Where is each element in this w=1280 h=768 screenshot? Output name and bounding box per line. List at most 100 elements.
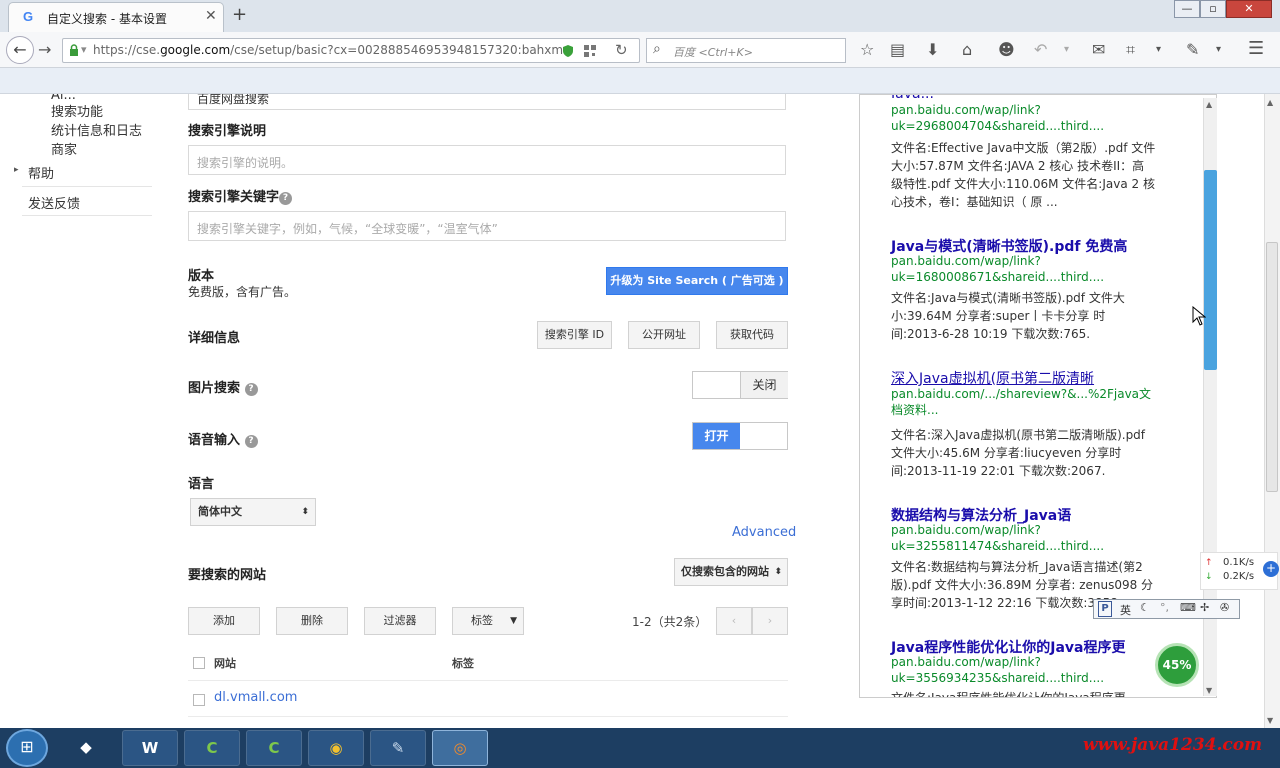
help-question-icon[interactable]: ? <box>244 383 258 396</box>
lock-icon <box>70 44 78 56</box>
column-header-site: 网站 <box>214 657 236 670</box>
minimize-window-button[interactable]: — <box>1174 0 1200 18</box>
voice-input-toggle[interactable]: 打开 <box>692 422 788 450</box>
engine-name-field[interactable]: 百度网盘搜索 <box>188 94 786 110</box>
public-url-button[interactable]: 公开网址 <box>628 321 700 349</box>
camtasia-app-icon[interactable]: C <box>184 730 240 766</box>
help-question-icon[interactable]: ? <box>279 192 293 205</box>
table-divider <box>188 680 788 681</box>
help-question-icon[interactable]: ? <box>244 435 258 448</box>
reading-list-icon[interactable]: ▤ <box>890 40 905 59</box>
upgrade-site-search-button[interactable]: 升级为 Site Search ( 广告可选 ) <box>606 267 788 295</box>
wrench-icon[interactable]: ✇ <box>1220 601 1229 614</box>
filter-button[interactable]: 过滤器 <box>364 607 436 635</box>
new-tab-button[interactable]: + <box>232 4 247 25</box>
skin-icon[interactable]: ✢ <box>1200 601 1209 614</box>
bookmark-star-icon[interactable]: ☆ <box>860 40 874 59</box>
moon-icon[interactable]: ☾ <box>1140 601 1150 614</box>
reload-icon[interactable]: ↻ <box>615 41 628 59</box>
row-checkbox[interactable] <box>193 694 205 706</box>
scroll-down-icon[interactable]: ▼ <box>1206 686 1212 695</box>
forward-button[interactable]: → <box>38 40 51 59</box>
ime-lang-label[interactable]: 英 <box>1120 602 1131 618</box>
maximize-window-button[interactable]: ▫ <box>1200 0 1226 18</box>
keywords-field[interactable]: 搜索引擎关键字，例如，气候，“全球变暖”，“温室气体” <box>188 211 786 241</box>
browser-tab[interactable]: G 自定义搜索 - 基本设置 ✕ <box>8 2 224 32</box>
search-box[interactable]: ⌕ 百度 <Ctrl+K> <box>646 38 846 63</box>
edition-label: 版本 <box>188 269 215 284</box>
back-button[interactable]: ← <box>6 36 34 64</box>
prev-page-button[interactable]: ‹ <box>716 607 752 635</box>
chrome-app-icon[interactable]: ◉ <box>308 730 364 766</box>
scroll-up-icon[interactable]: ▲ <box>1206 100 1212 109</box>
memory-gauge[interactable]: 45% <box>1155 643 1199 687</box>
word-app-icon[interactable]: W <box>122 730 178 766</box>
menu-hamburger-icon[interactable]: ☰ <box>1248 38 1264 59</box>
keyboard-icon[interactable]: ⌨ <box>1180 601 1196 614</box>
scroll-down-icon[interactable]: ▼ <box>1267 716 1273 725</box>
description-label: 搜索引擎说明 <box>188 124 267 139</box>
results-scrollbar-thumb[interactable] <box>1204 170 1217 370</box>
site-info-icon[interactable]: ▾ <box>81 43 87 56</box>
search-placeholder: 百度 <Ctrl+K> <box>673 46 753 59</box>
scroll-up-icon[interactable]: ▲ <box>1267 98 1273 107</box>
expand-arrow-icon[interactable]: ▸ <box>14 165 19 175</box>
add-site-button[interactable]: 添加 <box>188 607 260 635</box>
select-arrows-icon: ⬍ <box>774 567 782 577</box>
result-url: pan.baidu.com/.../shareview?&...%2Fjava文… <box>891 387 1152 417</box>
result-url: pan.baidu.com/wap/link?uk=2968004704&sha… <box>891 103 1105 133</box>
extension-icon[interactable]: ✎ <box>1186 40 1199 59</box>
punctuation-icon[interactable]: °, <box>1160 601 1169 614</box>
add-circle-icon[interactable]: + <box>1263 561 1279 577</box>
engine-id-button[interactable]: 搜索引擎 ID <box>537 321 612 349</box>
photo-app-icon[interactable]: ◆ <box>58 730 114 766</box>
crop-icon[interactable]: ⌗ <box>1126 40 1135 60</box>
ime-toolbar[interactable]: P 英 ☾ °, ⌨ ✢ ✇ <box>1093 599 1240 619</box>
sidebar-item-merchants[interactable]: 商家 <box>51 139 77 158</box>
select-all-checkbox[interactable] <box>193 657 205 669</box>
close-window-button[interactable]: ✕ <box>1226 0 1272 18</box>
page-content: Ai... 搜索功能 统计信息和日志 商家 ▸ 帮助 发送反馈 百度网盘搜索 搜… <box>0 94 1280 728</box>
qr-code-icon[interactable] <box>583 44 597 58</box>
page-scrollbar-thumb[interactable] <box>1266 242 1278 492</box>
site-row-link[interactable]: dl.vmall.com <box>214 690 297 705</box>
camtasia-recorder-icon[interactable]: C <box>246 730 302 766</box>
notepad-app-icon[interactable]: ✎ <box>370 730 426 766</box>
sidebar-help[interactable]: 帮助 <box>28 163 54 182</box>
download-icon[interactable]: ⬇ <box>926 40 939 59</box>
description-field[interactable]: 搜索引擎的说明。 <box>188 145 786 175</box>
result-url: pan.baidu.com/wap/link?uk=3255811474&sha… <box>891 523 1105 553</box>
advanced-link[interactable]: Advanced <box>732 525 796 540</box>
home-icon[interactable]: ⌂ <box>962 40 972 59</box>
close-tab-icon[interactable]: ✕ <box>205 8 217 24</box>
tag-dropdown-button[interactable]: 标签 ▼ <box>452 607 524 635</box>
chat-icon[interactable]: ☻ <box>998 40 1015 59</box>
sites-mode-select[interactable]: 仅搜索包含的网站 ⬍ <box>674 558 788 586</box>
start-button[interactable]: ⊞ <box>6 729 48 767</box>
url-bar[interactable]: ▾ https://cse.google.com/cse/setup/basic… <box>62 38 640 63</box>
comment-icon[interactable]: ✉ <box>1092 40 1105 59</box>
image-search-toggle[interactable]: 关闭 <box>692 371 788 399</box>
next-page-button[interactable]: › <box>752 607 788 635</box>
delete-site-button[interactable]: 删除 <box>276 607 348 635</box>
undo-dropdown-icon[interactable]: ▾ <box>1064 44 1069 55</box>
result-url: pan.baidu.com/wap/link?uk=3556934235&sha… <box>891 655 1105 685</box>
undo-icon[interactable]: ↶ <box>1034 40 1047 59</box>
firefox-app-icon[interactable]: ◎ <box>432 730 488 766</box>
bookmarks-toolbar <box>0 68 1280 94</box>
result-title[interactable]: 深入Java虚拟机(原书第二版清晰 <box>891 368 1094 388</box>
sidebar-feedback[interactable]: 发送反馈 <box>28 193 80 212</box>
extension-dropdown-icon[interactable]: ▾ <box>1216 44 1221 55</box>
language-label: 语言 <box>188 477 215 492</box>
crop-dropdown-icon[interactable]: ▾ <box>1156 44 1161 55</box>
net-speed-panel: ↑ 0.1K/s ↓ 0.2K/s + <box>1200 552 1279 590</box>
get-code-button[interactable]: 获取代码 <box>716 321 788 349</box>
sidebar-item-search-features[interactable]: 搜索功能 <box>51 101 103 120</box>
chevron-down-icon: ▼ <box>510 616 517 626</box>
result-title-partial[interactable]: Java... <box>891 95 1161 98</box>
language-select[interactable]: 简体中文 ⬍ <box>190 498 316 526</box>
sidebar-item-stats-logs[interactable]: 统计信息和日志 <box>51 120 142 139</box>
tab-title: 自定义搜索 - 基本设置 <box>47 12 167 26</box>
shield-icon[interactable] <box>561 44 575 58</box>
ime-logo-icon: P <box>1098 601 1112 617</box>
